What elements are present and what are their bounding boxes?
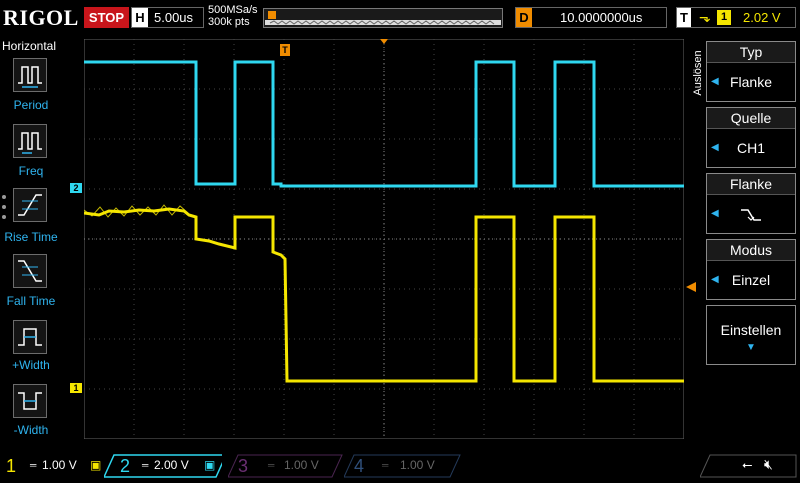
rise-time-label: Rise Time — [4, 230, 58, 244]
channel1-offset-marker[interactable]: 1 — [70, 383, 82, 393]
waveform-display[interactable] — [84, 39, 684, 439]
rise-time-icon — [18, 194, 42, 216]
rise-time-button[interactable] — [13, 188, 47, 222]
dc-coupling-icon: ═ — [142, 460, 149, 470]
period-icon — [18, 66, 42, 88]
softkey-value: Flanke — [729, 74, 773, 90]
run-stop-indicator[interactable]: STOP — [84, 7, 129, 28]
trigger-source-badge: 1 — [717, 10, 731, 25]
channel4-tab[interactable]: 4 ═ 1.00 V — [344, 454, 462, 478]
channel4-scale: 1.00 V — [400, 458, 435, 472]
horizontal-timebase[interactable]: H 5.00us — [131, 7, 204, 28]
dc-coupling-icon: ═ — [382, 460, 389, 470]
channel4-number: 4 — [354, 456, 365, 476]
channel2-number: 2 — [120, 456, 131, 476]
trigger-status[interactable]: T ⬎ 1 2.02 V — [676, 7, 796, 28]
frequency-label: Freq — [18, 164, 44, 178]
brand-logo: RIGOL — [3, 5, 79, 30]
channel1-scale: 1.00 V — [42, 458, 77, 472]
trigger-menu-title: Auslösen — [692, 50, 704, 96]
settings-softkey[interactable]: Einstellen ▼ — [706, 305, 796, 365]
negative-width-button[interactable] — [13, 384, 47, 418]
softkey-value: Einzel — [731, 272, 771, 288]
frequency-button[interactable] — [13, 124, 47, 158]
trigger-mode-softkey[interactable]: Modus ◀ Einzel — [706, 239, 796, 300]
dc-coupling-icon: ═ — [30, 460, 37, 470]
page-indicator — [2, 195, 8, 225]
memory-overview-strip[interactable] — [263, 8, 503, 28]
left-arrow-icon: ◀ — [711, 142, 719, 153]
fall-time-icon — [18, 260, 42, 282]
trigger-level-marker[interactable] — [686, 282, 696, 292]
positive-width-icon — [18, 328, 42, 346]
panel-title: Horizontal — [2, 39, 57, 53]
channel1-tab[interactable]: 1 ═ 1.00 V ▣ — [0, 454, 110, 478]
channel3-tab[interactable]: 3 ═ 1.00 V — [228, 454, 344, 478]
trigger-level: 2.02 V — [743, 10, 781, 25]
left-arrow-icon: ◀ — [711, 208, 719, 219]
speaker-muted-icon: 🔇︎ — [764, 456, 773, 472]
softkey-value: CH1 — [736, 140, 765, 156]
menu-section-label: Auslösen — [690, 45, 704, 105]
softkey-title: Typ — [707, 42, 795, 63]
frequency-icon — [18, 132, 42, 154]
falling-edge-icon: ⬎ — [699, 9, 711, 25]
positive-width-button[interactable] — [13, 320, 47, 354]
bandwidth-limit-icon: ▣ — [204, 458, 216, 472]
acquisition-info: 500MSa/s 300k pts — [208, 4, 258, 28]
top-status-bar: RIGOL STOP H 5.00us 500MSa/s 300k pts D … — [0, 0, 800, 38]
memory-depth: 300k pts — [208, 16, 250, 28]
channel3-number: 3 — [238, 456, 249, 476]
trigger-label: T — [677, 8, 691, 27]
memory-waveform-overview — [265, 11, 501, 25]
system-status-area: ⭠ 🔇︎ — [699, 454, 798, 478]
channel2-tab[interactable]: 2 ═ 2.00 V ▣ — [104, 454, 228, 478]
positive-width-label: +Width — [12, 358, 50, 372]
fall-time-label: Fall Time — [6, 294, 56, 308]
trigger-position-marker[interactable]: T — [280, 44, 290, 56]
left-arrow-icon: ◀ — [711, 76, 719, 87]
dc-coupling-icon: ═ — [268, 460, 275, 470]
horizontal-label: H — [132, 8, 148, 27]
channel-status-bar: 1 ═ 1.00 V ▣ 2 ═ 2.00 V ▣ 3 ═ 1.00 V 4 ═… — [0, 452, 800, 480]
channel2-scale: 2.00 V — [154, 458, 189, 472]
delay-offset[interactable]: D 10.0000000us — [515, 7, 667, 28]
softkey-title: Quelle — [707, 108, 795, 129]
period-button[interactable] — [13, 58, 47, 92]
submenu-arrow-icon: ▼ — [746, 342, 756, 353]
left-arrow-icon: ◀ — [711, 274, 719, 285]
trigger-type-softkey[interactable]: Typ ◀ Flanke — [706, 41, 796, 102]
horizontal-measure-panel: Horizontal Period Freq Rise Time Fall Ti… — [0, 38, 62, 448]
fall-time-button[interactable] — [13, 254, 47, 288]
channel1-number: 1 — [6, 456, 17, 476]
delay-label: D — [516, 8, 532, 27]
trigger-source-softkey[interactable]: Quelle ◀ CH1 — [706, 107, 796, 168]
period-label: Period — [13, 98, 49, 112]
negative-width-label: -Width — [13, 423, 49, 437]
softkey-title: Modus — [707, 240, 795, 261]
negative-width-icon — [18, 392, 42, 410]
falling-edge-icon — [741, 209, 761, 222]
trigger-slope-softkey[interactable]: Flanke ◀ — [706, 173, 796, 234]
delay-value: 10.0000000us — [560, 10, 643, 25]
channel3-scale: 1.00 V — [284, 458, 319, 472]
usb-icon: ⭠ — [742, 457, 753, 472]
softkey-title: Flanke — [707, 174, 795, 195]
bandwidth-limit-icon: ▣ — [90, 458, 102, 472]
channel2-offset-marker[interactable]: 2 — [70, 183, 82, 193]
settings-label: Einstellen — [720, 322, 782, 338]
timebase-value: 5.00us — [154, 10, 194, 25]
sample-rate: 500MSa/s — [208, 4, 258, 16]
